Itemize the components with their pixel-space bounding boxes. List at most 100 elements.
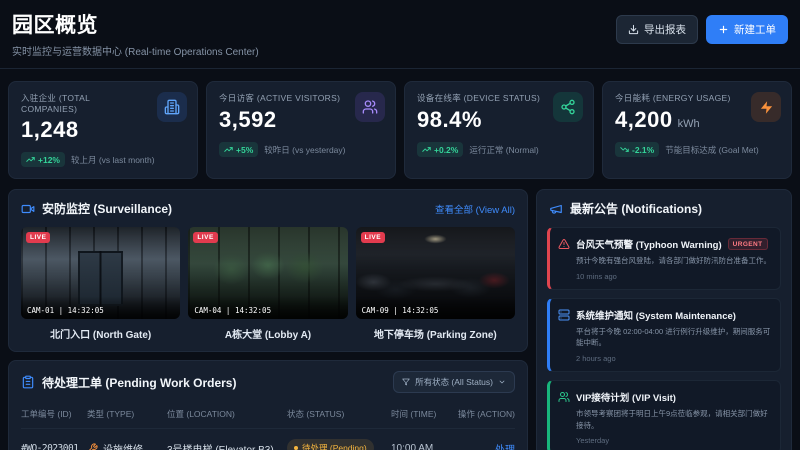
page-subtitle: 实时监控与运营数据中心 (Real-time Operations Center… [12,47,259,58]
notification-title: VIP接待计划 (VIP Visit) [576,392,676,404]
trend-value: -2.1% [632,144,655,155]
order-location: 3号楼电梯 (Elevator B3) [167,444,274,450]
stat-value: 1,248 [21,117,79,142]
status-filter-dropdown[interactable]: 所有状态 (All Status) [393,371,515,393]
notification-body: 市领导考察团将于明日上午9点莅临参观，请相关部门做好接待。 [576,408,768,430]
new-work-order-label: 新建工单 [734,24,776,36]
col-header-id: 工单编号 (ID) [21,409,72,419]
trend-down-icon [620,147,629,152]
order-type: 设施维修 [87,441,167,450]
stat-note: 节能目标达成 (Goal Met) [665,144,759,155]
video-camera-icon [21,202,35,216]
notification-system-maintenance[interactable]: 系统维护通知 (System Maintenance) 平台将于今晚 02:00… [547,297,781,372]
trend-badge: +5% [219,142,259,157]
trend-badge: +12% [21,152,65,167]
header-actions: 导出报表 新建工单 [616,15,788,44]
visitors-icon [355,92,385,122]
work-orders-panel: 待处理工单 (Pending Work Orders) 所有状态 (All St… [8,360,528,450]
notifications-title: 最新公告 (Notifications) [570,202,702,216]
camera-meta: CAM-01 | 14:32:05 [21,296,181,319]
funnel-icon [402,378,410,386]
stat-value: 4,200 [615,107,673,132]
view-all-link[interactable]: 查看全部 (View All) [435,202,515,216]
trend-value: +5% [236,144,254,155]
energy-bolt-icon [751,92,781,122]
notification-list: 台风天气预警 (Typhoon Warning) URGENT 预计今晚有强台风… [547,227,781,450]
notification-title: 台风天气预警 (Typhoon Warning) [576,240,722,251]
notification-time: 10 mins ago [576,271,617,281]
stat-note: 运行正常 (Normal) [469,144,539,155]
trend-value: +12% [38,154,60,165]
chevron-down-icon [498,378,506,386]
stat-card-energy-usage: 今日能耗 (ENERGY USAGE) 4,200 kWh -2.1% 节能目标达… [602,81,792,179]
order-time: 10:00 AM [391,442,434,450]
work-orders-title: 待处理工单 (Pending Work Orders) [42,375,237,390]
camera-caption: A栋大堂 (Lobby A) [224,330,312,341]
surveillance-title: 安防监控 (Surveillance) [42,202,173,216]
col-header-type: 类型 (TYPE) [87,409,135,419]
notification-body: 平台将于今晚 02:00-04:00 进行例行升级维护，期间服务可能中断。 [576,326,771,348]
stat-note: 较昨日 (vs yesterday) [264,144,346,155]
order-action-link[interactable]: 处理 [457,441,515,450]
stat-card-device-status: 设备在线率 (DEVICE STATUS) 98.4% +0.2% 运行正常 (… [404,81,594,179]
megaphone-icon [549,202,563,216]
camera-tile-north-gate[interactable]: LIVE CAM-01 | 14:32:05 北门入口 (North Gate) [21,227,181,341]
clipboard-icon [21,375,35,389]
live-badge: LIVE [26,232,51,243]
camera-meta: CAM-09 | 14:32:05 [355,296,515,319]
order-type-label: 设施维修 [103,444,143,450]
stat-card-total-companies: 入驻企业 (TOTAL COMPANIES) 1,248 +12% 较上月 (v… [8,81,198,179]
trend-badge: +0.2% [417,142,464,157]
urgent-badge: URGENT [727,238,768,250]
stat-value: 98.4% [417,107,482,132]
trend-badge: -2.1% [615,142,660,157]
stat-note: 较上月 (vs last month) [70,154,155,165]
camera-caption: 北门入口 (North Gate) [50,330,152,341]
table-header-row: 工单编号 (ID) 类型 (TYPE) 位置 (LOCATION) 状态 (ST… [21,401,515,428]
notification-content: VIP接待计划 (VIP Visit) 市领导考察团将于明日上午9点莅临参观，请… [576,390,773,445]
notifications-panel: 最新公告 (Notifications) 台风天气预警 (Typhoon War… [536,189,792,450]
table-row: #WO-2023001 设施维修 3号楼电梯 (Elevator B3) 待处理… [21,428,515,450]
export-report-button[interactable]: 导出报表 [616,15,698,44]
device-network-icon [553,92,583,122]
vip-group-icon [558,391,570,445]
stat-card-active-visitors: 今日访客 (ACTIVE VISITORS) 3,592 +5% 较昨日 (vs… [206,81,396,179]
new-work-order-button[interactable]: 新建工单 [706,15,788,44]
notification-vip-visit[interactable]: VIP接待计划 (VIP Visit) 市领导考察团将于明日上午9点莅临参观，请… [547,379,781,450]
building-icon [157,92,187,122]
download-icon [628,24,639,35]
trend-up-icon [224,147,233,152]
notification-typhoon-warning[interactable]: 台风天气预警 (Typhoon Warning) URGENT 预计今晚有强台风… [547,227,781,290]
camera-meta: CAM-04 | 14:32:05 [188,296,348,319]
export-report-label: 导出报表 [644,24,686,36]
camera-feed-north-gate: LIVE CAM-01 | 14:32:05 [21,227,181,319]
status-dot [294,446,298,450]
stat-value: 3,592 [219,107,277,132]
live-badge: LIVE [193,232,218,243]
stats-row: 入驻企业 (TOTAL COMPANIES) 1,248 +12% 较上月 (v… [0,69,800,179]
trend-value: +0.2% [434,144,459,155]
col-header-time: 时间 (TIME) [391,409,437,419]
page-header: 园区概览 实时监控与运营数据中心 (Real-time Operations C… [0,0,800,69]
plus-icon [718,24,729,35]
left-column: 安防监控 (Surveillance) 查看全部 (View All) LIVE… [8,189,528,450]
notification-time: Yesterday [576,436,610,446]
status-badge: 待处理 (Pending) [287,439,374,450]
order-id: #WO-2023001 [21,442,79,450]
col-header-status: 状态 (STATUS) [287,409,345,419]
col-header-location: 位置 (LOCATION) [167,409,235,419]
notification-content: 系统维护通知 (System Maintenance) 平台将于今晚 02:00… [576,308,773,363]
trend-up-icon [26,157,35,162]
warning-triangle-icon [558,238,570,281]
server-icon [558,309,570,363]
main-content: 安防监控 (Surveillance) 查看全部 (View All) LIVE… [0,179,800,450]
camera-tile-lobby-a[interactable]: LIVE CAM-04 | 14:32:05 A栋大堂 (Lobby A) [188,227,348,341]
camera-tile-parking-zone[interactable]: LIVE CAM-09 | 14:32:05 地下停车场 (Parking Zo… [355,227,515,341]
work-orders-table: 工单编号 (ID) 类型 (TYPE) 位置 (LOCATION) 状态 (ST… [21,401,515,450]
header-text: 园区概览 实时监控与运营数据中心 (Real-time Operations C… [12,9,259,58]
stat-unit: kWh [677,118,700,130]
notification-time: 2 hours ago [576,353,616,363]
notification-title: 系统维护通知 (System Maintenance) [576,310,736,322]
page-title: 园区概览 [12,14,98,37]
live-badge: LIVE [360,232,386,243]
